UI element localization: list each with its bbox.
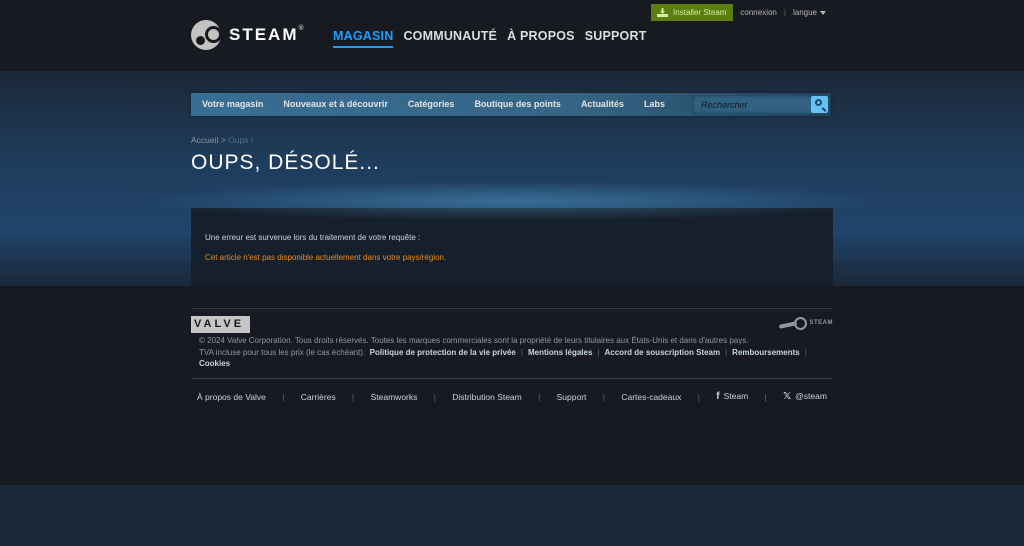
facebook-link[interactable]: f Steam	[716, 391, 748, 402]
nav-store[interactable]: MAGASIN	[333, 29, 394, 48]
footer-inner: VALVE STEAM © 2024 Valve Corporation. To…	[191, 308, 833, 402]
breadcrumb: Accueil > Oups !	[191, 135, 253, 145]
footer-link-separator: |	[538, 391, 541, 402]
vat-text: TVA incluse pour tous les prix (le cas é…	[199, 347, 366, 357]
language-label: langue	[792, 8, 817, 17]
gift-cards-link[interactable]: Cartes-cadeaux	[621, 392, 681, 402]
facebook-icon: f	[716, 391, 720, 402]
about-valve-link[interactable]: À propos de Valve	[197, 392, 266, 402]
error-intro: Une erreur est survenue lors du traiteme…	[205, 233, 421, 242]
support-link[interactable]: Support	[557, 392, 587, 402]
privacy-policy-link[interactable]: Politique de protection de la vie privée	[370, 348, 516, 357]
legal-separator: |	[725, 347, 728, 357]
steam-logo-icon	[191, 20, 222, 50]
chevron-down-icon	[820, 10, 826, 15]
store-nav-labs[interactable]: Labs	[634, 93, 675, 116]
legal-separator: |	[520, 347, 523, 357]
legal-text: © 2024 Valve Corporation. Tous droits ré…	[199, 335, 819, 370]
store-nav-categories[interactable]: Catégories	[398, 93, 465, 116]
legal-link[interactable]: Mentions légales	[528, 348, 592, 357]
nav-community[interactable]: COMMUNAUTÉ	[403, 29, 497, 48]
error-message: Cet article n'est pas disponible actuell…	[205, 253, 447, 262]
store-area: Votre magasin Nouveaux et à découvrir Ca…	[0, 71, 1024, 286]
main-nav: MAGASIN COMMUNAUTÉ À PROPOS SUPPORT	[333, 29, 647, 48]
footer-link-separator: |	[602, 391, 605, 402]
cookies-link[interactable]: Cookies	[199, 359, 230, 368]
store-nav: Votre magasin Nouveaux et à découvrir Ca…	[191, 93, 831, 116]
copyright-text: © 2024 Valve Corporation. Tous droits ré…	[199, 336, 749, 345]
x-link[interactable]: 𝕏 @steam	[783, 391, 827, 402]
footer-link-separator: |	[282, 391, 285, 402]
footer-divider	[191, 308, 833, 309]
store-search	[692, 95, 829, 114]
subscriber-agreement-link[interactable]: Accord de souscription Steam	[605, 348, 721, 357]
steam-footer-logo-text: STEAM	[809, 320, 833, 326]
breadcrumb-home[interactable]: Accueil	[191, 135, 218, 145]
footer-link-separator: |	[433, 391, 436, 402]
install-steam-button[interactable]: Installer Steam	[651, 4, 734, 21]
valve-logo[interactable]: VALVE	[191, 316, 250, 333]
global-header: STEAM® MAGASIN COMMUNAUTÉ À PROPOS SUPPO…	[0, 0, 1024, 71]
steam-footer-logo[interactable]: STEAM	[779, 317, 834, 330]
careers-link[interactable]: Carrières	[301, 392, 336, 402]
footer-links: À propos de Valve | Carrières | Steamwor…	[197, 391, 827, 402]
legal-separator: |	[597, 347, 600, 357]
x-link-label: @steam	[795, 391, 827, 401]
footer-divider	[191, 378, 833, 379]
header-separator: |	[783, 8, 786, 17]
download-icon	[657, 8, 669, 17]
page-title: OUPS, DÉSOLÉ...	[191, 151, 380, 174]
steam-logo-text: STEAM®	[229, 25, 306, 44]
steam-distribution-link[interactable]: Distribution Steam	[452, 392, 521, 402]
footer-link-separator: |	[352, 391, 355, 402]
nav-about[interactable]: À PROPOS	[507, 29, 575, 48]
nav-support[interactable]: SUPPORT	[585, 29, 647, 48]
store-nav-points-shop[interactable]: Boutique des points	[464, 93, 571, 116]
search-input[interactable]	[692, 95, 809, 114]
steam-logo-icon	[779, 317, 807, 330]
refunds-link[interactable]: Remboursements	[732, 348, 800, 357]
footer: VALVE STEAM © 2024 Valve Corporation. To…	[0, 286, 1024, 485]
store-nav-your-store[interactable]: Votre magasin	[191, 93, 273, 116]
top-actions: Installer Steam connexion | langue	[651, 4, 826, 21]
steamworks-link[interactable]: Steamworks	[371, 392, 418, 402]
search-button[interactable]	[811, 96, 828, 113]
footer-link-separator: |	[764, 391, 767, 402]
breadcrumb-separator: >	[220, 135, 226, 145]
language-dropdown[interactable]: langue	[793, 8, 826, 17]
search-icon	[815, 99, 822, 106]
x-icon: 𝕏	[783, 391, 792, 402]
legal-separator: |	[804, 347, 807, 357]
footer-link-separator: |	[697, 391, 700, 402]
breadcrumb-current: Oups !	[228, 135, 254, 145]
install-steam-label: Installer Steam	[673, 8, 727, 17]
login-link[interactable]: connexion	[740, 8, 776, 17]
facebook-link-label: Steam	[723, 391, 749, 401]
steam-logo[interactable]: STEAM®	[191, 20, 306, 50]
store-nav-new-noteworthy[interactable]: Nouveaux et à découvrir	[273, 93, 398, 116]
store-nav-news[interactable]: Actualités	[571, 93, 634, 116]
error-box: Une erreur est survenue lors du traiteme…	[191, 208, 833, 286]
